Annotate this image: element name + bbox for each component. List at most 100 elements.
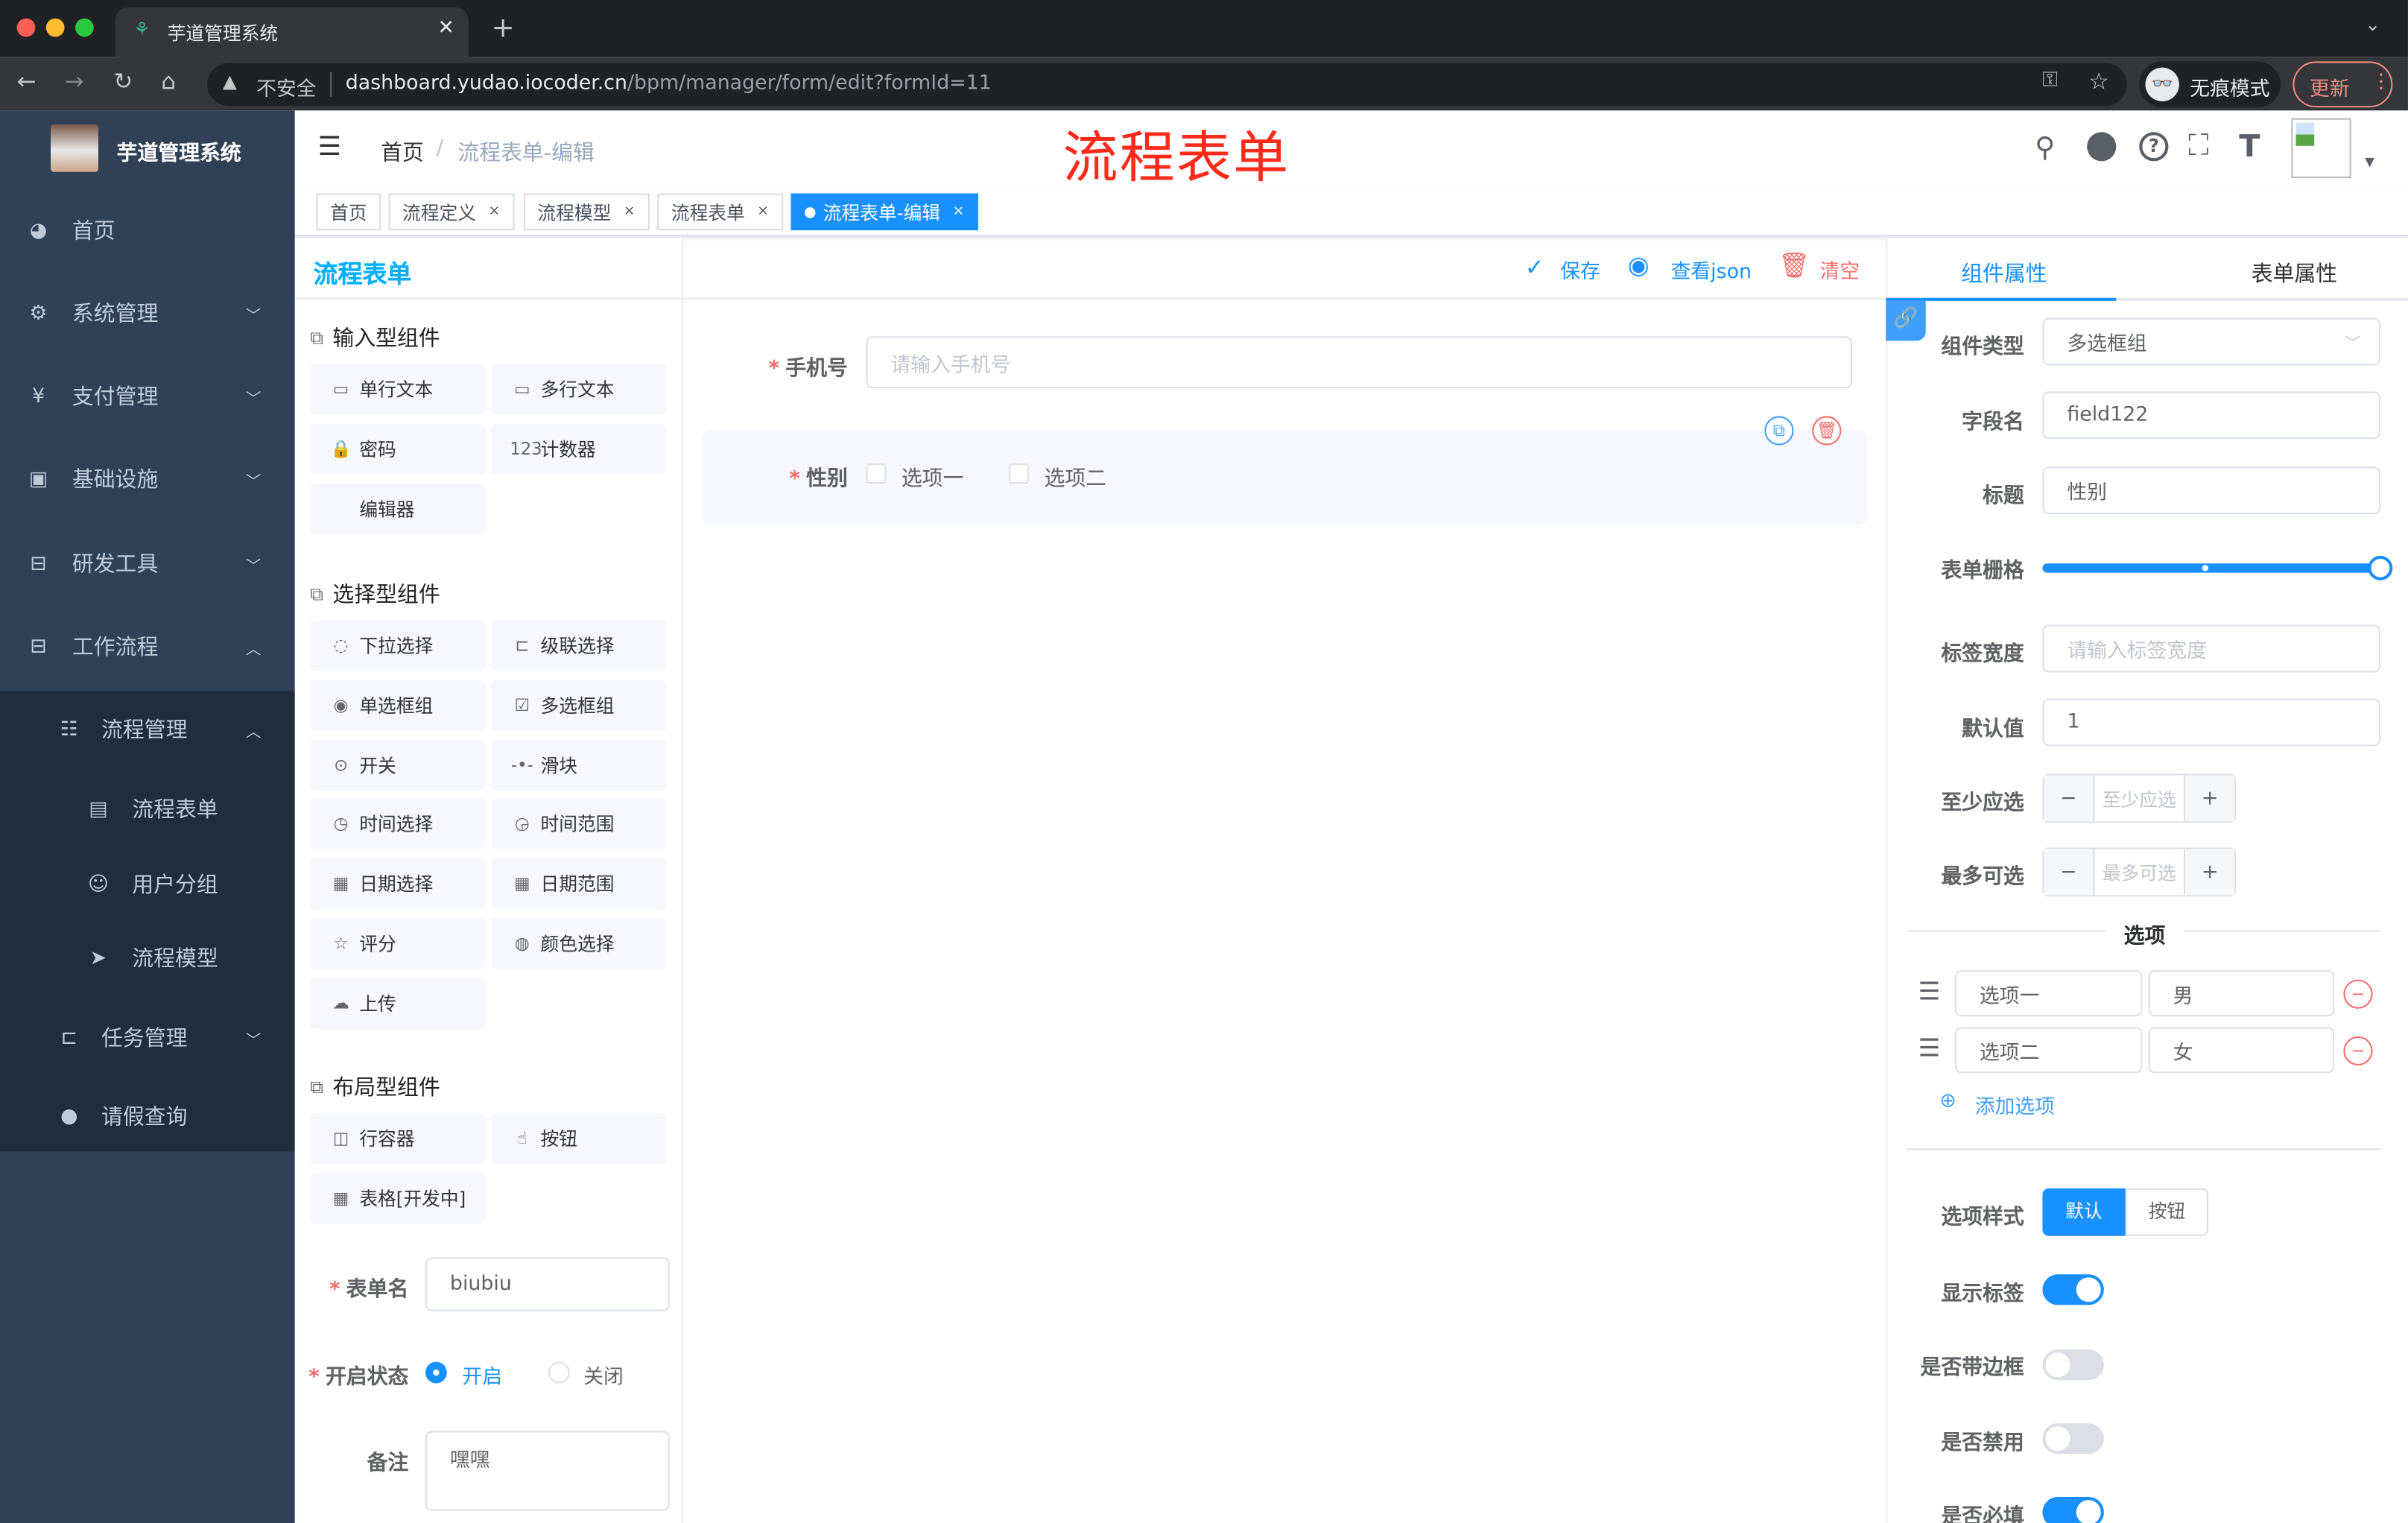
field-name-input[interactable]: field122 (2042, 391, 2380, 440)
palette-item[interactable]: ◶ 时间范围 (491, 799, 667, 850)
close-window-button[interactable] (16, 18, 36, 37)
sidebar-item[interactable]: ⊟ 工作流程 ︿ (0, 608, 295, 685)
new-tab-icon[interactable]: + (492, 12, 515, 44)
decrement-button[interactable]: − (2044, 775, 2094, 822)
palette-item[interactable]: 123 计数器 (491, 423, 667, 475)
palette-item[interactable]: ◷ 时间选择 (310, 799, 486, 850)
fullscreen-icon[interactable]: ⛶ (2188, 129, 2208, 162)
sidebar-item[interactable]: ☷ 流程管理 ︿ (0, 691, 295, 767)
close-tag-icon[interactable]: × (624, 204, 636, 220)
forward-icon[interactable]: → (65, 68, 84, 95)
increment-button[interactable]: + (2185, 849, 2235, 896)
palette-item[interactable]: ◍ 颜色选择 (491, 918, 667, 969)
tab-form-props[interactable]: 表单属性 (2252, 258, 2337, 288)
sidebar-item[interactable]: ☺ 用户分组 (0, 846, 295, 922)
search-icon[interactable]: ⚲ (2035, 132, 2055, 164)
status-on-radio[interactable] (425, 1361, 447, 1384)
palette-item[interactable]: ▦ 日期选择 (310, 858, 486, 910)
sidebar-item[interactable]: ▤ 流程表单 (0, 770, 295, 847)
max-stepper[interactable]: − 最多可选 + (2042, 847, 2237, 897)
border-toggle[interactable] (2042, 1349, 2104, 1381)
close-tag-icon[interactable]: × (757, 204, 769, 220)
url-text[interactable]: dashboard.yudao.iocoder.cn/bpm/manager/f… (346, 72, 992, 95)
browser-tab[interactable]: ⚘ 芋道管理系统 ✕ (115, 7, 469, 57)
palette-item[interactable]: ▭ 多行文本 (491, 364, 667, 415)
tab-component-props[interactable]: 组件属性 (1961, 258, 2047, 288)
show-label-toggle[interactable] (2042, 1274, 2104, 1305)
palette-item[interactable]: ◌ 下拉选择 (310, 620, 486, 671)
min-placeholder[interactable]: 至少应选 (2093, 775, 2186, 822)
form-name-input[interactable]: biubiu (425, 1257, 670, 1311)
style-default-button[interactable]: 默认 (2042, 1188, 2126, 1236)
max-placeholder[interactable]: 最多可选 (2093, 849, 2186, 896)
hamburger-icon[interactable]: ☰ (318, 132, 341, 162)
incognito-badge[interactable]: 👓 无痕模式 (2139, 61, 2281, 108)
palette-item[interactable]: ▦ 日期范围 (491, 858, 667, 910)
drag-handle-icon[interactable]: ☰ (1918, 1033, 1940, 1063)
grid-slider[interactable] (2042, 555, 2393, 580)
copy-icon[interactable]: ⧉ (1764, 416, 1794, 446)
min-stepper[interactable]: − 至少应选 + (2042, 773, 2237, 823)
security-label[interactable]: 不安全 (256, 72, 316, 101)
reload-icon[interactable]: ↻ (114, 68, 133, 95)
decrement-button[interactable]: − (2044, 849, 2094, 896)
minimize-window-button[interactable] (45, 18, 65, 37)
palette-item[interactable]: ⊏ 级联选择 (491, 620, 667, 671)
sidebar-item[interactable]: ● 请假查询 (0, 1077, 295, 1154)
palette-item[interactable]: ☁ 上传 (310, 978, 486, 1029)
sidebar-item[interactable]: ⊏ 任务管理 ﹀ (0, 999, 295, 1076)
option-label-input[interactable]: 选项二 (1954, 1027, 2143, 1074)
sidebar-item[interactable]: ➤ 流程模型 (0, 919, 295, 996)
status-on-label[interactable]: 开启 (462, 1361, 502, 1390)
disabled-toggle[interactable] (2042, 1423, 2104, 1454)
option-label-input[interactable]: 选项一 (1954, 970, 2143, 1017)
phone-input[interactable]: 请输入手机号 (866, 336, 1852, 389)
palette-item[interactable]: ◉ 单选框组 (310, 680, 486, 731)
tag-item[interactable]: 流程定义 × (388, 193, 514, 231)
slider-thumb[interactable] (2368, 555, 2393, 580)
palette-item[interactable]: 🔒 密码 (310, 423, 486, 475)
remark-textarea[interactable]: 嘿嘿 (425, 1431, 670, 1511)
tag-item[interactable]: 首页 (316, 193, 381, 231)
sidebar-item[interactable]: ⚙ 系统管理 ﹀ (0, 275, 295, 352)
palette-item[interactable]: ▦ 表格[开发中] (310, 1172, 486, 1223)
home-icon[interactable]: ⌂ (161, 68, 176, 95)
palette-item[interactable]: ☝ 按钮 (491, 1112, 667, 1164)
tag-item[interactable]: 流程表单 × (657, 193, 783, 231)
sidebar-item[interactable]: ⊟ 研发工具 ﹀ (0, 525, 295, 602)
palette-item[interactable]: ☆ 评分 (310, 918, 486, 969)
title-input[interactable]: 性别 (2042, 466, 2380, 515)
github-icon[interactable] (2087, 132, 2117, 162)
option-checkbox[interactable] (866, 463, 887, 484)
remove-circle-icon[interactable]: − (2343, 979, 2373, 1009)
view-json-button[interactable]: 查看json (1671, 255, 1752, 284)
option-checkbox[interactable] (1009, 463, 1030, 484)
palette-item[interactable]: ☑ 多选框组 (491, 680, 667, 731)
close-tag-icon[interactable]: × (488, 204, 500, 220)
sidebar-item[interactable]: ◕ 首页 (0, 192, 295, 269)
tag-item[interactable]: 流程表单-编辑 × (790, 193, 978, 231)
palette-item[interactable]: -•- 滑块 (491, 739, 667, 791)
palette-item[interactable]: ⊙ 开关 (310, 739, 486, 791)
save-button[interactable]: 保存 (1560, 255, 1600, 284)
option-label[interactable]: 选项一 (902, 460, 963, 491)
sidebar-item[interactable]: ¥ 支付管理 ﹀ (0, 358, 295, 434)
component-type-select[interactable]: 多选框组 ﹀ (2042, 317, 2380, 366)
update-button[interactable]: 更新 ⋮ (2293, 61, 2393, 108)
key-icon[interactable]: ⚿ (2042, 69, 2057, 92)
default-value-input[interactable]: 1 (2042, 698, 2380, 747)
status-off-label[interactable]: 关闭 (583, 1361, 624, 1390)
font-size-icon[interactable]: T (2239, 127, 2260, 164)
sidebar-item[interactable]: ▣ 基础设施 ﹀ (0, 440, 295, 517)
tab-list-chevron-icon[interactable]: ⌄ (2365, 14, 2380, 36)
close-tag-icon[interactable]: × (953, 204, 965, 220)
option-value-input[interactable]: 男 (2148, 970, 2335, 1017)
address-bar[interactable]: ▲ 不安全 dashboard.yudao.iocoder.cn/bpm/man… (207, 63, 2127, 107)
label-width-input[interactable]: 请输入标签宽度 (2042, 624, 2380, 673)
close-tab-icon[interactable]: ✕ (437, 17, 454, 40)
delete-icon[interactable]: 🗑 (1812, 416, 1842, 446)
option-label[interactable]: 选项二 (1045, 460, 1106, 491)
required-toggle[interactable] (2042, 1496, 2104, 1523)
add-option-button[interactable]: 添加选项 (1975, 1090, 2055, 1119)
drag-handle-icon[interactable]: ☰ (1918, 976, 1940, 1005)
